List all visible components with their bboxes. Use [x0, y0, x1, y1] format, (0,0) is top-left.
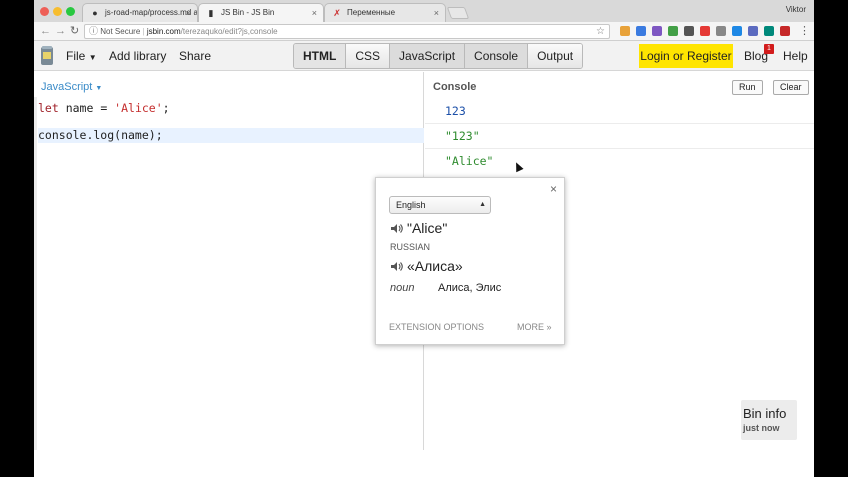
browser-tab-variables[interactable]: ✗ Переменные ×	[324, 3, 446, 22]
panel-console-button[interactable]: Console	[465, 44, 529, 68]
code-line-1[interactable]: let name = 'Alice';	[38, 101, 424, 116]
close-window-button[interactable]	[40, 7, 49, 16]
source-word: "Alice"	[390, 220, 447, 236]
code-text: console.log(name);	[38, 128, 163, 142]
source-language-select[interactable]: English ▲	[389, 196, 491, 214]
extension-icon-8[interactable]	[732, 26, 742, 36]
language-selector-label: JavaScript	[41, 81, 93, 93]
security-label: Not Secure	[100, 27, 141, 36]
run-button[interactable]: Run	[732, 80, 763, 95]
jsbin-favicon-icon: ▮	[208, 8, 214, 18]
tab-title: js-road-map/process.md at m	[105, 8, 198, 17]
close-tab-icon[interactable]: ×	[186, 4, 191, 22]
info-icon[interactable]: ⓘ	[89, 26, 98, 36]
source-word-text: "Alice"	[407, 220, 448, 236]
console-output-line: "123"	[425, 124, 814, 149]
jsbin-toolbar: File ▼ Add library Share HTML CSS JavaSc…	[34, 41, 814, 71]
bin-info-subtitle: just now	[743, 423, 780, 433]
login-register-button[interactable]: Login or Register	[639, 44, 733, 68]
url-host: jsbin.com	[146, 27, 181, 36]
code-text: name =	[58, 101, 115, 115]
jsbin-logo-icon[interactable]	[40, 45, 54, 66]
code-text: ;	[162, 101, 170, 115]
share-menu[interactable]: Share	[179, 49, 211, 63]
back-arrow-icon[interactable]: ←	[40, 24, 51, 38]
translated-word: «Алиса»	[390, 258, 463, 274]
target-language-label: RUSSIAN	[390, 242, 431, 252]
extension-icon-10[interactable]	[764, 26, 774, 36]
github-icon: ●	[92, 8, 98, 18]
close-icon[interactable]: ×	[550, 182, 557, 196]
speaker-icon[interactable]	[390, 261, 403, 272]
more-link[interactable]: MORE »	[517, 322, 552, 332]
tab-title: Переменные	[347, 8, 396, 17]
extension-options-link[interactable]: EXTENSION OPTIONS	[389, 322, 484, 332]
file-menu-label: File	[66, 49, 86, 63]
caret-down-icon: ▼	[95, 85, 103, 92]
select-arrows-icon: ▲	[479, 201, 486, 208]
javascript-info-favicon-icon: ✗	[333, 8, 341, 18]
extension-icon-3[interactable]	[652, 26, 662, 36]
translate-popup: × English ▲ "Alice" RUSSIAN «Алиса» noun…	[375, 177, 565, 345]
panel-css-button[interactable]: CSS	[346, 44, 391, 68]
browser-address-row: ← → ↻ ⓘ Not Secure | jsbin.com/terezaquk…	[34, 22, 814, 41]
extension-icon-7[interactable]	[716, 26, 726, 36]
forward-arrow-icon[interactable]: →	[55, 24, 66, 38]
editor-gutter	[34, 97, 37, 450]
panel-output-button[interactable]: Output	[528, 44, 583, 68]
extension-icon-11[interactable]	[780, 26, 790, 36]
browser-tab-jsbin[interactable]: ▮ JS Bin - JS Bin ×	[198, 3, 324, 22]
panel-javascript-button[interactable]: JavaScript	[390, 44, 466, 68]
url-path: /terezaquko/edit?js,console	[180, 27, 278, 36]
bin-info-box[interactable]: Bin info just now	[741, 400, 797, 440]
console-output-line: 123	[425, 99, 814, 124]
speaker-icon[interactable]	[390, 223, 403, 234]
keyword-let: let	[38, 101, 59, 115]
screen: ● js-road-map/process.md at m × ▮ JS Bin…	[34, 0, 814, 477]
browser-menu-icon[interactable]: ⋮	[799, 24, 810, 38]
reload-icon[interactable]: ↻	[70, 24, 79, 38]
code-line-2[interactable]: console.log(name);	[38, 128, 424, 143]
bookmark-star-icon[interactable]: ☆	[596, 25, 605, 38]
string-literal: 'Alice'	[114, 101, 163, 115]
file-menu[interactable]: File ▼	[66, 49, 97, 63]
add-library-menu[interactable]: Add library	[109, 49, 166, 63]
extension-icon-4[interactable]	[668, 26, 678, 36]
close-tab-icon[interactable]: ×	[434, 4, 439, 22]
panel-html-button[interactable]: HTML	[294, 44, 347, 68]
translated-word-text: «Алиса»	[407, 258, 463, 274]
browser-tab-strip: ● js-road-map/process.md at m × ▮ JS Bin…	[34, 0, 814, 22]
console-title: Console	[433, 81, 477, 93]
help-link[interactable]: Help	[783, 49, 808, 63]
tab-title: JS Bin - JS Bin	[221, 8, 275, 17]
source-language-value: English	[396, 200, 426, 210]
maximize-window-button[interactable]	[66, 7, 75, 16]
extension-icon-1[interactable]	[620, 26, 630, 36]
console-output-line: "Alice"	[445, 154, 494, 168]
blog-notification-badge: 1	[764, 44, 774, 54]
part-of-speech: noun	[390, 282, 415, 294]
profile-name[interactable]: Viktor	[786, 5, 806, 14]
address-bar[interactable]: ⓘ Not Secure | jsbin.com/terezaquko/edit…	[84, 24, 610, 39]
language-selector[interactable]: JavaScript ▼	[41, 81, 102, 93]
extension-icon-5[interactable]	[684, 26, 694, 36]
clear-button[interactable]: Clear	[773, 80, 809, 95]
close-tab-icon[interactable]: ×	[312, 4, 317, 22]
new-tab-button[interactable]	[446, 7, 470, 19]
caret-down-icon: ▼	[88, 53, 97, 62]
definitions: Алиса, Элис	[438, 282, 502, 294]
panel-toggle-group: HTML CSS JavaScript Console Output	[293, 43, 584, 69]
minimize-window-button[interactable]	[53, 7, 62, 16]
bin-info-title: Bin info	[743, 406, 787, 421]
extension-icon-2[interactable]	[636, 26, 646, 36]
extension-icon-9[interactable]	[748, 26, 758, 36]
javascript-editor-pane[interactable]: JavaScript ▼ let name = 'Alice'; console…	[34, 72, 424, 450]
browser-tab-github[interactable]: ● js-road-map/process.md at m ×	[82, 3, 198, 22]
extension-icon-6[interactable]	[700, 26, 710, 36]
